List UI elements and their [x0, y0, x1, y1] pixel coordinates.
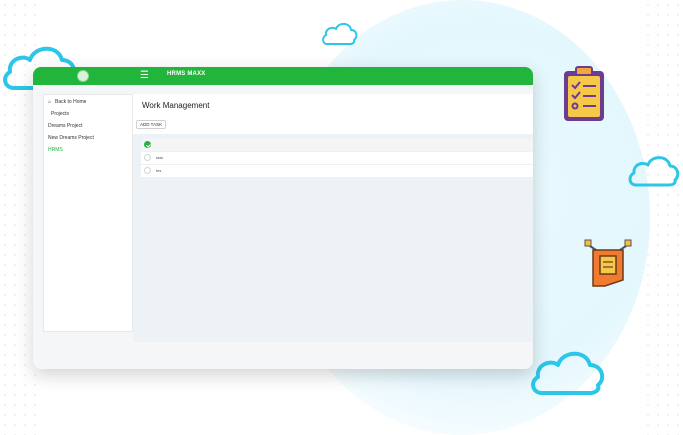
main-header: Work Management ADD TASK	[133, 94, 533, 134]
app-window: ☰ HRMS MAXX ⌂ Back to Home Projects Dream…	[33, 67, 533, 369]
task-row[interactable]: tes	[141, 165, 533, 178]
task-label: tes	[156, 168, 162, 173]
page-title: Work Management	[142, 101, 210, 110]
task-list: task tes	[141, 139, 533, 178]
home-icon: ⌂	[48, 99, 52, 105]
menu-icon[interactable]: ☰	[140, 70, 149, 82]
cloud-icon	[322, 22, 358, 45]
sidebar-item-new-dreams-project[interactable]: New Dreams Project	[48, 135, 94, 141]
cloud-icon	[531, 351, 605, 395]
task-row[interactable]: task	[141, 152, 533, 165]
add-task-button[interactable]: ADD TASK	[136, 120, 167, 129]
task-checkbox[interactable]	[144, 167, 151, 174]
sidebar-item-label: Back to Home	[55, 99, 87, 105]
sidebar-item-projects[interactable]: Projects	[51, 111, 69, 117]
document-icon	[584, 239, 632, 287]
sidebar-item-back-to-home[interactable]: ⌂ Back to Home	[48, 99, 86, 105]
task-label: task	[156, 155, 164, 160]
sidebar-item-hrms[interactable]: HRMS	[48, 147, 63, 153]
top-bar: ☰ HRMS MAXX	[33, 67, 533, 85]
logo-icon[interactable]	[77, 70, 89, 82]
sidebar: ⌂ Back to Home Projects Dreams Project Ne…	[43, 94, 133, 332]
sidebar-item-dreams-project[interactable]: Dreams Project	[48, 123, 82, 129]
task-row[interactable]	[141, 139, 533, 152]
clipboard-icon	[564, 66, 604, 121]
cloud-icon	[628, 156, 680, 187]
task-checkbox[interactable]	[144, 154, 151, 161]
main-content: Work Management ADD TASK task tes	[133, 94, 533, 342]
check-icon[interactable]	[144, 141, 151, 148]
app-title: HRMS MAXX	[167, 71, 206, 77]
